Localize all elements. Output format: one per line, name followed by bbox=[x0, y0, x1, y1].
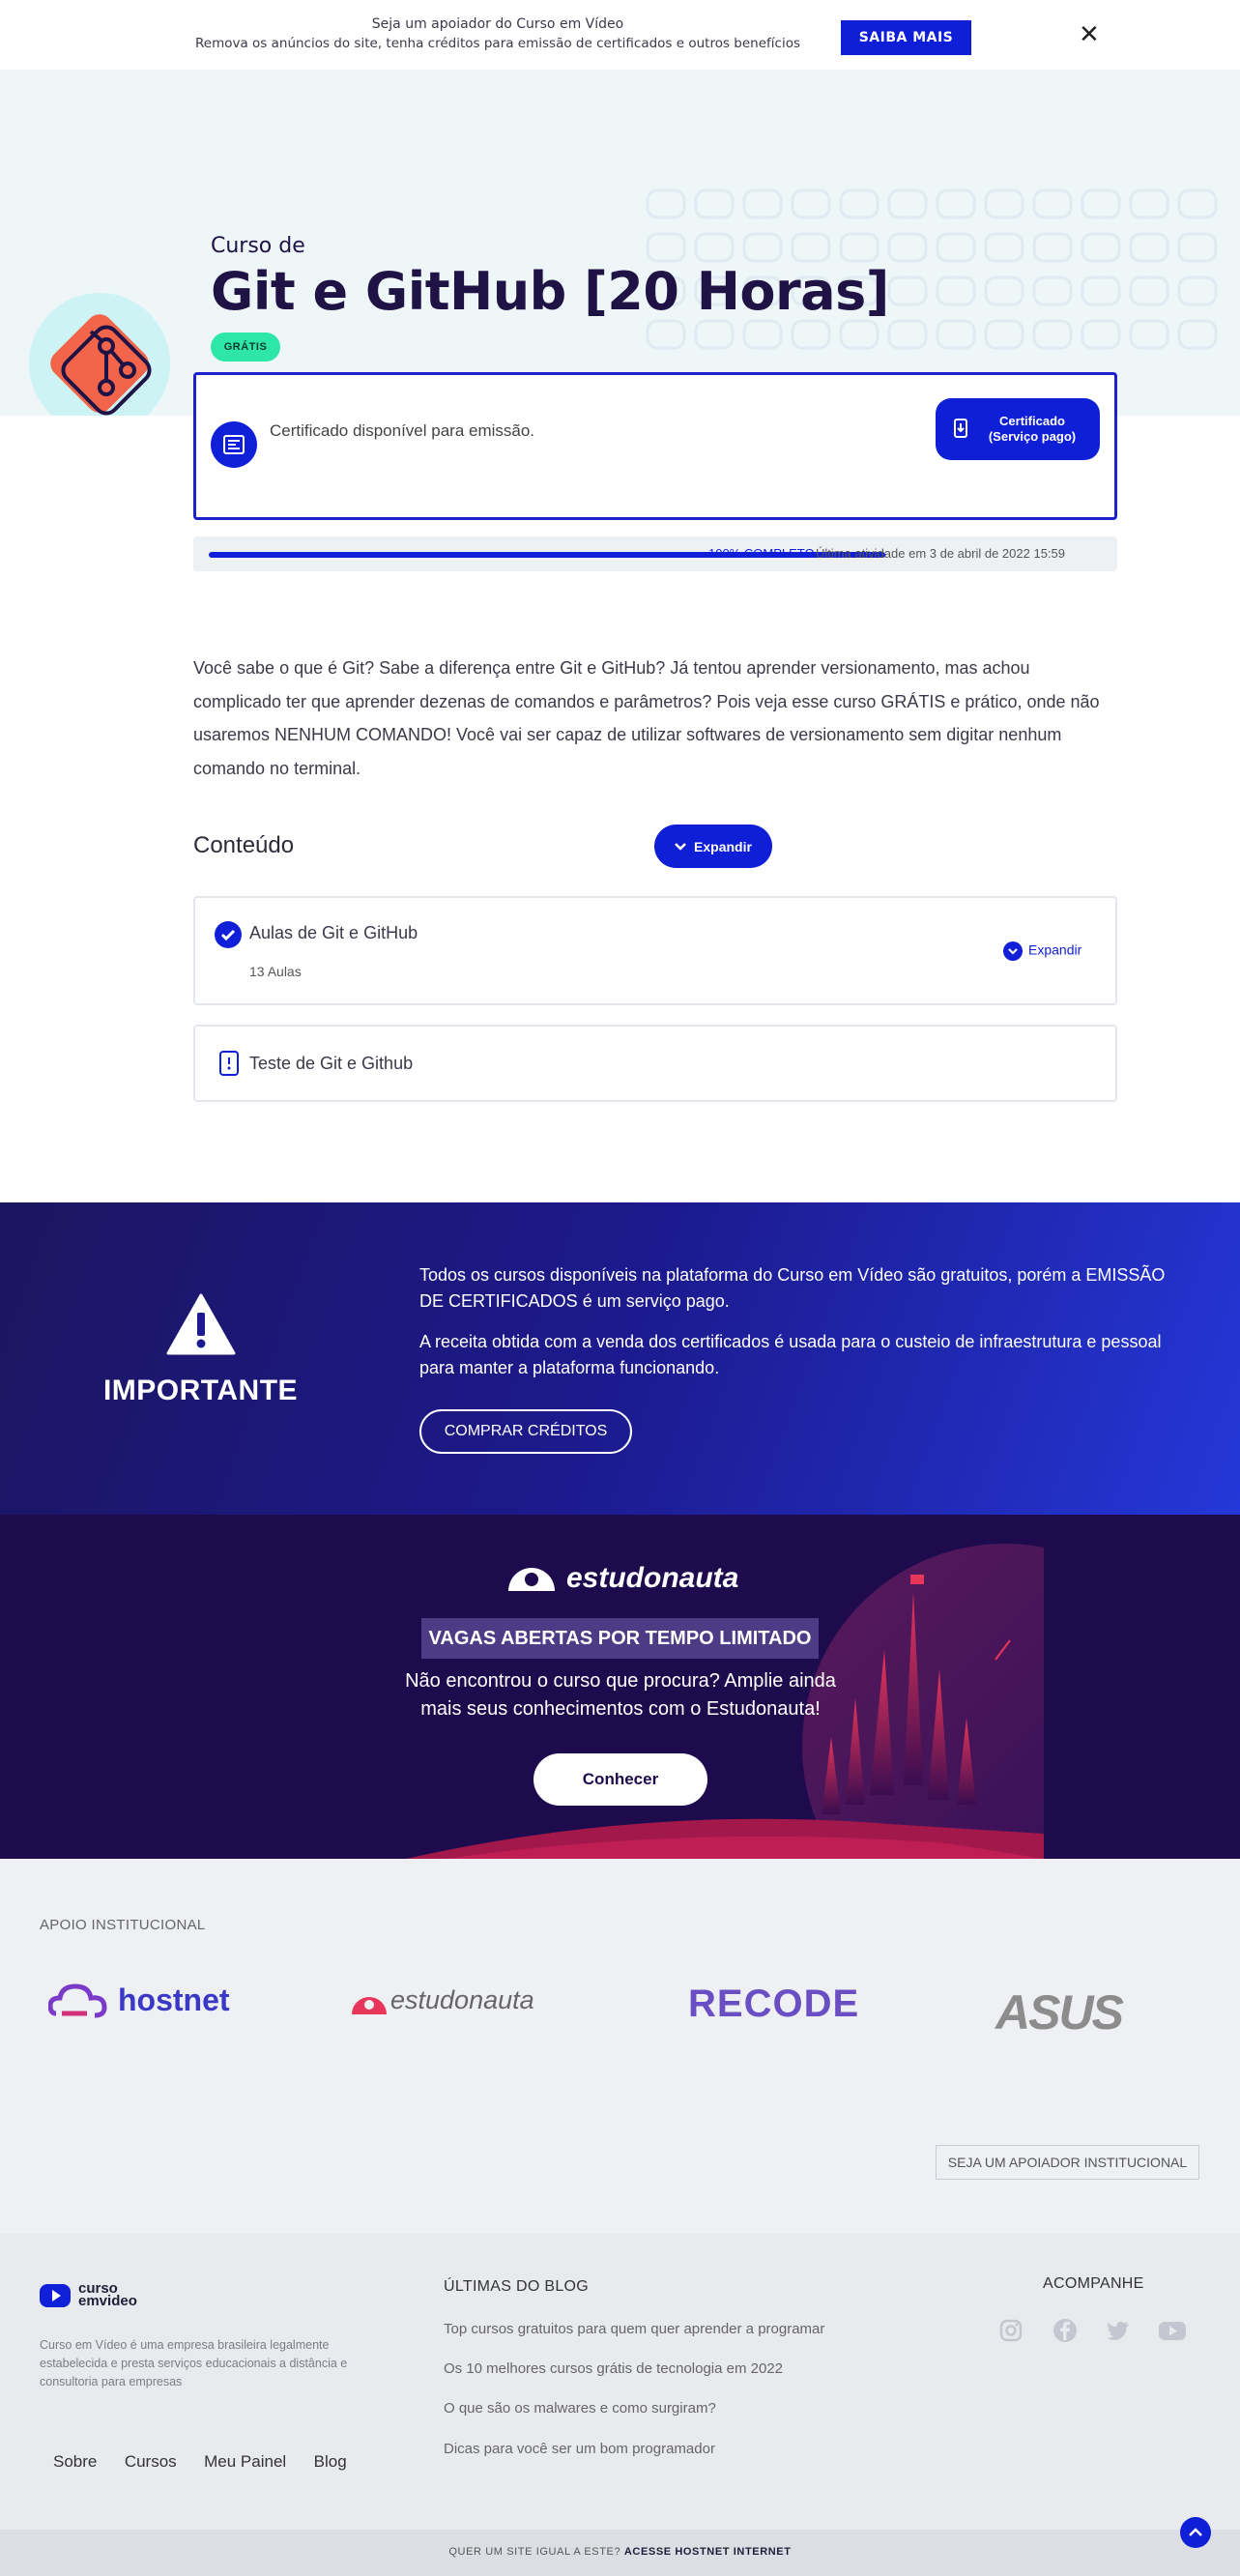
footer-about: Curso em Vídeo é uma empresa brasileira … bbox=[40, 2338, 348, 2388]
expand-all-button[interactable]: Expandir bbox=[654, 825, 772, 868]
module-expand-label: Expandir bbox=[1028, 941, 1082, 958]
module-item[interactable]: Aulas de Git e GitHub 13 Aulas Expandir bbox=[193, 896, 1117, 1005]
course-hero bbox=[0, 70, 1240, 416]
module-title: Teste de Git e Github bbox=[249, 1054, 414, 1073]
certificate-download-icon bbox=[953, 418, 968, 443]
blog-link[interactable]: Top cursos gratuitos para quem quer apre… bbox=[444, 2321, 824, 2337]
progress-label: 100% COMPLETO bbox=[708, 546, 815, 561]
footer-link-cursos[interactable]: Cursos bbox=[125, 2452, 177, 2471]
banner-line-1: Seja um apoiador do Curso em Vídeo bbox=[371, 16, 624, 32]
banner-message: Seja um apoiador do Curso em Vídeo Remov… bbox=[164, 16, 831, 51]
important-paragraph-1: Todos os cursos disponíveis na plataform… bbox=[419, 1265, 1166, 1311]
page-title: Git e GitHub [20 Horas] bbox=[211, 261, 889, 322]
footer-link-sobre[interactable]: Sobre bbox=[53, 2452, 97, 2471]
important-section: IMPORTANTE Todos os cursos disponíveis n… bbox=[0, 1202, 1240, 1515]
course-git-icon bbox=[29, 293, 170, 416]
quiz-icon bbox=[218, 1050, 240, 1082]
important-paragraph-2: A receita obtida com a venda dos certifi… bbox=[419, 1332, 1162, 1377]
follow-title: ACOMPANHE bbox=[1043, 2275, 1144, 2292]
hostnet-logo-text: hostnet bbox=[118, 1983, 230, 2017]
module-expand-button[interactable]: Expandir bbox=[1003, 941, 1081, 961]
estudonauta-logo-text: estudonauta bbox=[566, 1562, 739, 1594]
certificate-button[interactable]: Certificado (Serviço pago) bbox=[936, 398, 1100, 460]
buy-credits-button[interactable]: COMPRAR CRÉDITOS bbox=[419, 1409, 632, 1454]
twitter-icon[interactable] bbox=[1105, 2317, 1132, 2344]
blog-link[interactable]: Os 10 melhores cursos grátis de tecnolog… bbox=[444, 2360, 783, 2377]
course-description: Você sabe o que é Git? Sabe a diferença … bbox=[193, 658, 1100, 778]
asus-logo[interactable]: ASUS bbox=[995, 1984, 1124, 2041]
conhecer-button[interactable]: Conhecer bbox=[533, 1753, 707, 1806]
blog-link[interactable]: O que são os malwares e como surgiram? bbox=[444, 2400, 716, 2417]
check-icon bbox=[215, 921, 242, 948]
course-prefix: Curso de bbox=[211, 234, 305, 258]
recode-logo[interactable]: RECODE bbox=[688, 1983, 859, 2026]
blog-title: ÚLTIMAS DO BLOG bbox=[444, 2278, 590, 2295]
chevron-up-icon bbox=[1189, 2528, 1202, 2536]
certificate-status-text: Certificado disponível para emissão. bbox=[270, 421, 535, 440]
limited-offer-tag: VAGAS ABERTAS POR TEMPO LIMITADO bbox=[421, 1618, 819, 1659]
estudonauta-promo: estudonauta VAGAS ABERTAS POR TEMPO LIMI… bbox=[0, 1515, 1240, 1859]
scroll-to-top-button[interactable] bbox=[1180, 2517, 1211, 2548]
warning-icon bbox=[166, 1293, 236, 1360]
credit-prefix: QUER UM SITE IGUAL A ESTE? bbox=[448, 2546, 621, 2558]
footer-link-meu-painel[interactable]: Meu Painel bbox=[204, 2452, 286, 2471]
certificate-button-line2: (Serviço pago) bbox=[988, 429, 1077, 444]
last-activity: Última atividade em 3 de abril de 2022 1… bbox=[816, 546, 1065, 561]
become-supporter-button[interactable]: SEJA UM APOIADOR INSTITUCIONAL bbox=[936, 2145, 1199, 2180]
footer-nav: Sobre Cursos Meu Painel Blog bbox=[53, 2452, 370, 2472]
estudonauta-partner-logo-text: estudonauta bbox=[390, 1985, 534, 2014]
instagram-icon[interactable] bbox=[997, 2317, 1024, 2344]
module-title: Aulas de Git e GitHub bbox=[249, 923, 418, 942]
module-item[interactable]: Teste de Git e Github bbox=[193, 1025, 1117, 1102]
footer-link-blog[interactable]: Blog bbox=[314, 2452, 347, 2471]
footer-logo-line2: emvideo bbox=[78, 2293, 137, 2309]
expand-all-label: Expandir bbox=[694, 838, 752, 854]
youtube-icon[interactable] bbox=[1158, 2317, 1186, 2344]
estudonauta-logo: estudonauta bbox=[503, 1558, 739, 1597]
support-banner: Seja um apoiador do Curso em Vídeo Remov… bbox=[0, 0, 1240, 70]
important-title: IMPORTANTE bbox=[102, 1375, 299, 1406]
status-badge: GRÁTIS bbox=[211, 333, 280, 362]
course-progress: 100% COMPLETO Última atividade em 3 de a… bbox=[193, 536, 1117, 571]
hostnet-credit-link[interactable]: ACESSE HOSTNET INTERNET bbox=[624, 2546, 792, 2558]
content-title: Conteúdo bbox=[193, 832, 295, 858]
chevron-down-icon bbox=[675, 839, 686, 854]
certificate-button-line1: Certificado bbox=[999, 414, 1065, 428]
estudonauta-text: Não encontrou o curso que procura? Ampli… bbox=[405, 1670, 836, 1720]
banner-line-2: Remova os anúncios do site, tenha crédit… bbox=[194, 36, 800, 51]
footer: curso emvideo Curso em Vídeo é uma empres… bbox=[0, 2234, 1240, 2530]
certificate-card: Certificado disponível para emissão. Cer… bbox=[193, 372, 1117, 520]
saiba-mais-button[interactable]: SAIBA MAIS bbox=[841, 20, 971, 55]
facebook-icon[interactable] bbox=[1052, 2317, 1079, 2344]
module-lesson-count: 13 Aulas bbox=[249, 964, 302, 979]
chevron-down-icon bbox=[1003, 941, 1023, 961]
site-credit-bar: QUER UM SITE IGUAL A ESTE? ACESSE HOSTNE… bbox=[0, 2530, 1240, 2576]
close-icon[interactable]: ✕ bbox=[1079, 21, 1100, 46]
support-title: APOIO INSTITUCIONAL bbox=[40, 1917, 206, 1933]
blog-link[interactable]: Dicas para você ser um bom programador bbox=[444, 2441, 715, 2457]
certificate-icon bbox=[211, 421, 257, 468]
institutional-support: APOIO INSTITUCIONAL hostnet estudonauta … bbox=[0, 1859, 1240, 2234]
